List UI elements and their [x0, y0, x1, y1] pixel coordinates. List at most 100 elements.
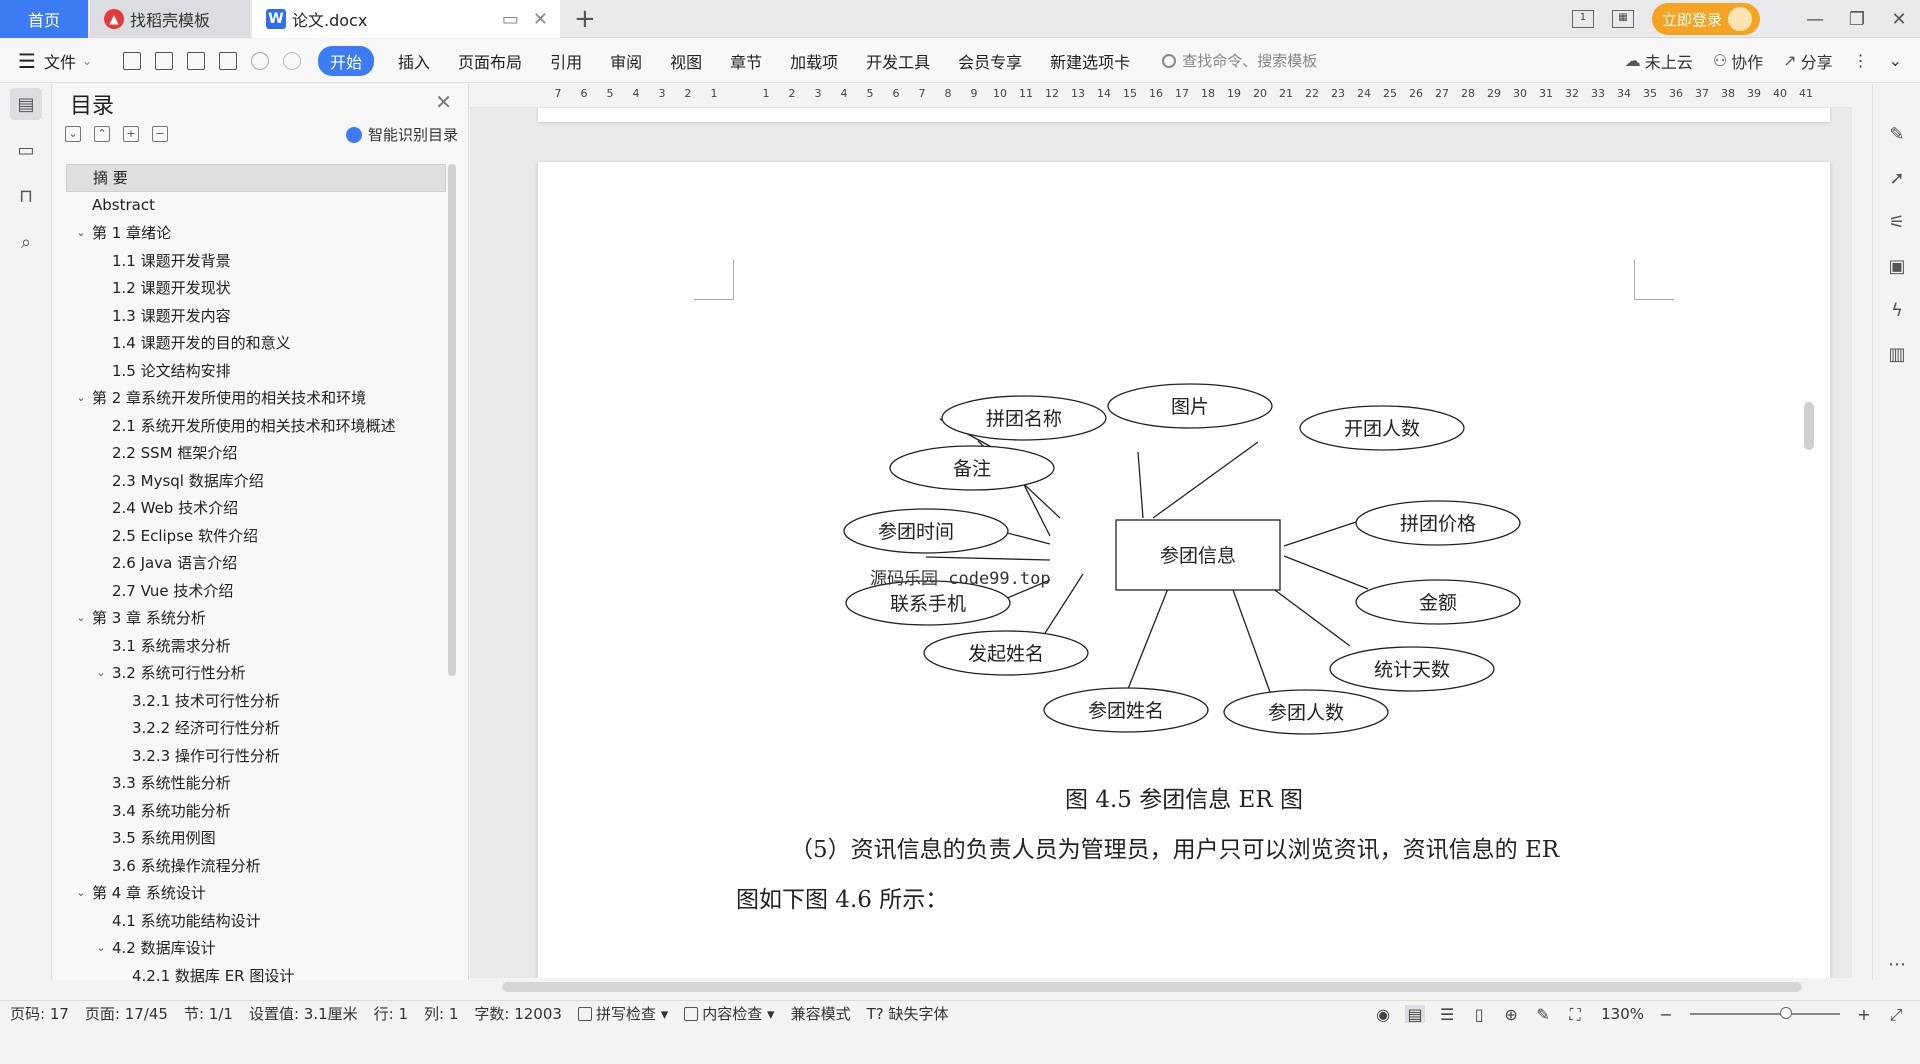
- undo-icon[interactable]: [251, 51, 270, 70]
- outline-icon[interactable]: ▤: [10, 88, 42, 120]
- tab-template[interactable]: ▲ 找稻壳模板: [90, 0, 250, 38]
- outline-item[interactable]: ⌄ 第 2 章系统开发所使用的相关技术和环境: [66, 384, 446, 412]
- outline-item[interactable]: 1.1 课题开发背景: [66, 247, 446, 275]
- outline-item[interactable]: Abstract: [66, 192, 446, 220]
- remove-heading-icon[interactable]: −: [152, 126, 168, 142]
- smart-toc-button[interactable]: 智能识别目录: [345, 124, 458, 145]
- outline-item[interactable]: ⌄ 3.2 系统可行性分析: [66, 659, 446, 687]
- er-diagram[interactable]: 参团信息 拼团名称 图片 开团人数 备注 参团时间 拼团价格 联系手机 金额 发…: [538, 162, 1830, 762]
- print-icon[interactable]: [187, 51, 206, 70]
- command-search[interactable]: 查找命令、搜索模板: [1162, 50, 1317, 71]
- spell-check-button[interactable]: 拼写检查 ▾: [577, 1003, 668, 1024]
- menu-page-layout[interactable]: 页面布局: [458, 49, 522, 73]
- adjust-icon[interactable]: ⚟: [1885, 212, 1909, 236]
- maximize-icon[interactable]: ❐: [1836, 9, 1878, 30]
- add-heading-icon[interactable]: +: [123, 126, 139, 142]
- bolt-icon[interactable]: ϟ: [1885, 300, 1909, 324]
- outline-item[interactable]: 1.3 课题开发内容: [66, 302, 446, 330]
- eye-protection-icon[interactable]: ◉: [1373, 1005, 1393, 1024]
- chevron-down-icon[interactable]: ⌄: [74, 391, 88, 404]
- outline-item[interactable]: 2.6 Java 语言介绍: [66, 549, 446, 577]
- outline-item[interactable]: 1.5 论文结构安排: [66, 357, 446, 385]
- outline-item[interactable]: 4.1 系统功能结构设计: [66, 907, 446, 935]
- tab-home[interactable]: 首页: [0, 0, 88, 38]
- collapse-ribbon-icon[interactable]: ⌄: [1889, 51, 1902, 70]
- outline-item[interactable]: 2.1 系统开发所使用的相关技术和环境概述: [66, 412, 446, 440]
- outline-item[interactable]: 3.4 系统功能分析: [66, 797, 446, 825]
- zoom-level[interactable]: 130%: [1601, 1005, 1644, 1023]
- pen-icon[interactable]: ✎: [1885, 124, 1909, 148]
- menu-insert[interactable]: 插入: [398, 49, 430, 73]
- zoom-out-icon[interactable]: −: [1656, 1005, 1676, 1024]
- export-pdf-icon[interactable]: [155, 51, 174, 70]
- outline-view-icon[interactable]: ☰: [1437, 1005, 1457, 1024]
- document-page[interactable]: 参团信息 拼团名称 图片 开团人数 备注 参团时间 拼团价格 联系手机 金额 发…: [538, 162, 1830, 978]
- write-view-icon[interactable]: ✎: [1533, 1005, 1553, 1024]
- horizontal-ruler[interactable]: 7 6 5 4 3 2 1 1 2 3 4 5 6 7 8 9 10 11 12 13 14 15 16 17 18 19 20 21…: [470, 84, 1852, 108]
- outline-item[interactable]: 3.2.2 经济可行性分析: [66, 714, 446, 742]
- outline-item[interactable]: 1.2 课题开发现状: [66, 274, 446, 302]
- outline-item[interactable]: 2.7 Vue 技术介绍: [66, 577, 446, 605]
- minimize-icon[interactable]: —: [1794, 9, 1836, 30]
- missing-font-button[interactable]: T? 缺失字体: [867, 1003, 949, 1024]
- menu-home[interactable]: 开始: [318, 45, 375, 76]
- new-tab-button[interactable]: +: [574, 4, 596, 34]
- outline-item[interactable]: 3.3 系统性能分析: [66, 769, 446, 797]
- menu-references[interactable]: 引用: [550, 49, 582, 73]
- horizontal-scrollbar[interactable]: [480, 980, 1840, 994]
- horizontal-scroll-thumb[interactable]: [502, 982, 1802, 992]
- find-icon[interactable]: ⌕: [10, 226, 42, 258]
- outline-item[interactable]: ⌄ 第 4 章 系统设计: [66, 879, 446, 907]
- close-tab-icon[interactable]: ✕: [533, 9, 548, 30]
- outline-item[interactable]: ⌄ 第 3 章 系统分析: [66, 604, 446, 632]
- share-button[interactable]: ↗ 分享: [1783, 49, 1832, 73]
- status-words[interactable]: 字数: 12003: [474, 1003, 562, 1024]
- expand-all-icon[interactable]: ⌃: [94, 126, 110, 142]
- collapse-all-icon[interactable]: ⌄: [65, 126, 81, 142]
- apps-grid-icon[interactable]: ▦: [1611, 10, 1634, 28]
- tab-document[interactable]: W 论文.docx ▭ ✕: [252, 0, 560, 38]
- reading-view-icon[interactable]: ▯: [1469, 1005, 1489, 1024]
- menu-member[interactable]: 会员专享: [958, 49, 1022, 73]
- menu-section[interactable]: 章节: [730, 49, 762, 73]
- more-horizontal-icon[interactable]: ⋯: [1885, 954, 1909, 978]
- redo-icon[interactable]: [283, 51, 302, 70]
- status-page[interactable]: 页面: 17/45: [85, 1003, 168, 1024]
- outline-item[interactable]: 2.4 Web 技术介绍: [66, 494, 446, 522]
- chevron-down-icon[interactable]: ⌄: [74, 886, 88, 899]
- outline-item[interactable]: 3.1 系统需求分析: [66, 632, 446, 660]
- outline-item[interactable]: 2.3 Mysql 数据库介绍: [66, 467, 446, 495]
- web-view-icon[interactable]: ⊕: [1501, 1005, 1521, 1024]
- menu-addins[interactable]: 加载项: [790, 49, 838, 73]
- outline-item[interactable]: 3.5 系统用例图: [66, 824, 446, 852]
- outline-item[interactable]: 2.5 Eclipse 软件介绍: [66, 522, 446, 550]
- more-icon[interactable]: ⋮: [1853, 51, 1869, 70]
- cloud-status[interactable]: ☁ 未上云: [1625, 49, 1693, 73]
- chapter-nav-icon[interactable]: ▭: [10, 134, 42, 166]
- outline-item[interactable]: 1.4 课题开发的目的和意义: [66, 329, 446, 357]
- chevron-down-icon[interactable]: ⌄: [94, 941, 108, 954]
- menu-new-tab[interactable]: 新建选项卡: [1050, 49, 1130, 73]
- outline-item[interactable]: 摘 要: [66, 164, 446, 192]
- scroll-thumb[interactable]: [1804, 402, 1814, 450]
- menu-developer[interactable]: 开发工具: [866, 49, 930, 73]
- restore-window-icon[interactable]: ▭: [502, 9, 519, 30]
- close-icon[interactable]: ✕: [435, 90, 452, 114]
- print-preview-icon[interactable]: [219, 51, 238, 70]
- menu-view[interactable]: 视图: [670, 49, 702, 73]
- outline-scrollbar[interactable]: [448, 164, 456, 676]
- zoom-slider-knob[interactable]: [1780, 1006, 1792, 1019]
- page-view-icon[interactable]: ▤: [1405, 1004, 1426, 1024]
- document-canvas[interactable]: 参团信息 拼团名称 图片 开团人数 备注 参团时间 拼团价格 联系手机 金额 发…: [470, 108, 1852, 978]
- outline-item[interactable]: 3.2.3 操作可行性分析: [66, 742, 446, 770]
- outline-item[interactable]: 3.2.1 技术可行性分析: [66, 687, 446, 715]
- zoom-slider[interactable]: [1690, 1006, 1840, 1019]
- image-tool-icon[interactable]: ▣: [1885, 256, 1909, 280]
- fit-page-icon[interactable]: ⛶: [1565, 1005, 1585, 1024]
- close-window-icon[interactable]: ✕: [1878, 9, 1920, 30]
- outline-item[interactable]: 3.6 系统操作流程分析: [66, 852, 446, 880]
- chevron-down-icon[interactable]: ⌄: [94, 666, 108, 679]
- document-scrollbar[interactable]: [1804, 112, 1814, 972]
- outline-item[interactable]: 2.2 SSM 框架介绍: [66, 439, 446, 467]
- file-menu[interactable]: ☰ 文件 ⌄: [18, 49, 92, 73]
